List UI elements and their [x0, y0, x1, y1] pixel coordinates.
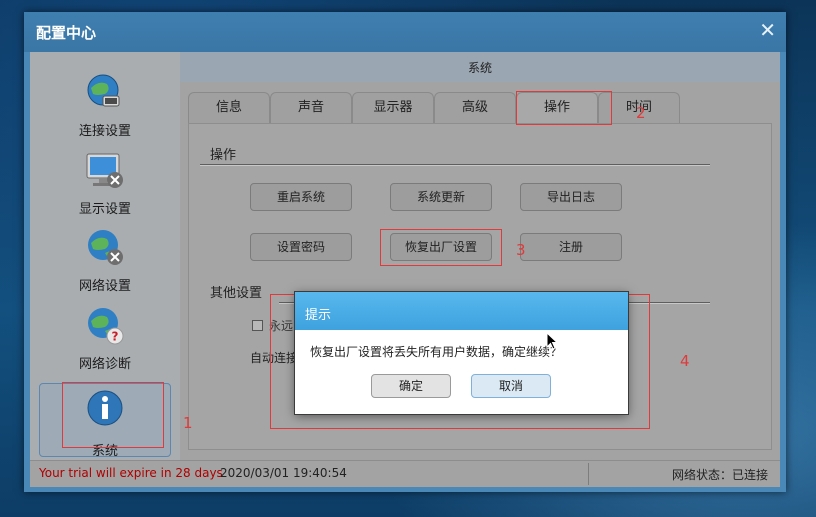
system-update-button[interactable]: 系统更新 — [390, 183, 492, 211]
globe-tools-icon — [88, 230, 123, 265]
ok-button[interactable]: 确定 — [371, 374, 451, 398]
sidebar-item-diagnostics[interactable]: ? 网络诊断 — [40, 305, 170, 379]
sidebar-item-label: 网络诊断 — [78, 357, 131, 372]
dialog-message: 恢复出厂设置将丢失所有用户数据，确定继续？ — [310, 345, 563, 359]
register-button[interactable]: 注册 — [520, 233, 622, 261]
set-password-button[interactable]: 设置密码 — [250, 233, 352, 261]
svg-text:?: ? — [112, 330, 119, 344]
status-separator — [588, 463, 589, 485]
other-settings-title: 其他设置 — [210, 286, 263, 301]
sidebar-item-connection[interactable]: 连接设置 — [40, 72, 170, 146]
globe-connect-icon — [87, 74, 120, 107]
mouse-cursor-icon — [546, 332, 558, 350]
reboot-button[interactable]: 重启系统 — [250, 183, 352, 211]
annotation-number-1: 1 — [183, 414, 193, 432]
trial-notice: Your trial will expire in 28 days — [39, 466, 223, 480]
dialog-title: 提示 — [305, 308, 332, 323]
annotation-box-3 — [380, 229, 502, 266]
sidebar-item-label: 网络设置 — [78, 279, 131, 294]
network-status: 网络状态：已连接 — [671, 468, 768, 482]
status-datetime: 2020/03/01 19:40:54 — [220, 466, 347, 480]
title-bar: 配置中心 ✕ — [24, 12, 786, 52]
sidebar-item-display[interactable]: 显示设置 — [40, 150, 170, 224]
cancel-button[interactable]: 取消 — [471, 374, 551, 398]
content-header: 系统 — [180, 52, 780, 82]
close-icon[interactable]: ✕ — [759, 18, 776, 42]
annotation-box-2 — [516, 91, 612, 125]
always-checkbox[interactable] — [252, 320, 263, 331]
sidebar-item-label: 连接设置 — [78, 124, 131, 139]
sidebar-item-network[interactable]: 网络设置 — [40, 227, 170, 301]
tab-advanced[interactable]: 高级 — [434, 92, 516, 123]
annotation-number-3: 3 — [516, 241, 526, 259]
sidebar-item-label: 显示设置 — [78, 202, 131, 217]
monitor-tools-icon — [86, 153, 123, 188]
export-log-button[interactable]: 导出日志 — [520, 183, 622, 211]
annotation-number-2: 2 — [636, 104, 646, 122]
tab-info[interactable]: 信息 — [188, 92, 270, 123]
annotation-box-1 — [62, 382, 164, 448]
confirm-dialog: 提示 恢复出厂设置将丢失所有用户数据，确定继续？ 确定 取消 — [295, 292, 628, 414]
tab-sound[interactable]: 声音 — [270, 92, 352, 123]
tab-monitor[interactable]: 显示器 — [352, 92, 434, 123]
globe-question-icon: ? — [88, 308, 124, 345]
operations-divider — [200, 164, 710, 166]
window-title: 配置中心 — [36, 24, 97, 42]
operations-section-title: 操作 — [210, 148, 237, 163]
dialog-title-bar: 提示 — [295, 292, 628, 330]
annotation-number-4: 4 — [680, 352, 690, 370]
status-bar: Your trial will expire in 28 days 2020/0… — [30, 460, 780, 487]
